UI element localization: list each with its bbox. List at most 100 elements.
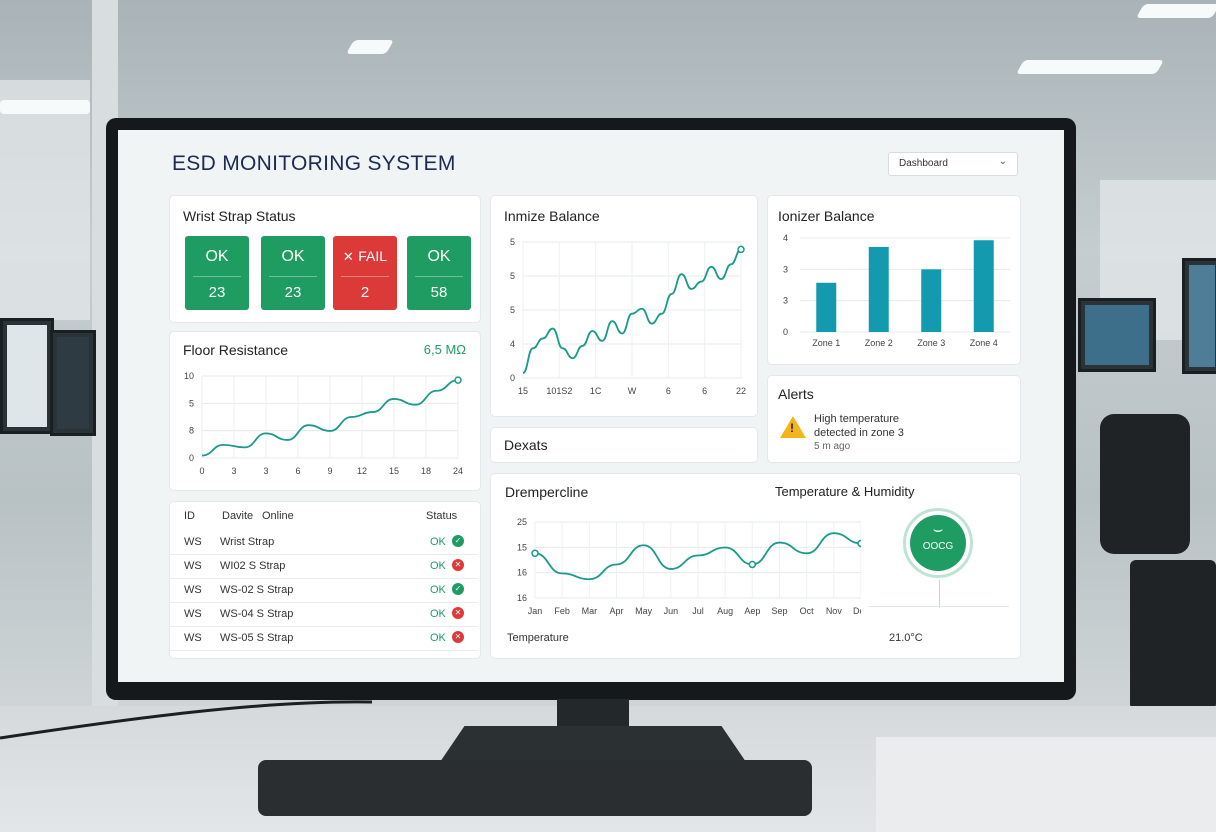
row-device-name: WS-04 S Strap [220,608,294,620]
tile-count: 23 [208,284,226,301]
y-tick-label: 5 [510,271,515,281]
x-tick-label: 101S2 [546,386,572,396]
table-row[interactable]: WS WS-05 S Strap OK ✕ [170,626,478,651]
y-tick-label: 25 [517,517,527,527]
error-icon: ✕ [452,559,464,571]
ionize-balance-title: Inmize Balance [504,208,600,224]
wrist-strap-tile-fail[interactable]: ✕ FAIL 2 [333,236,397,310]
tile-count: 58 [430,284,448,301]
y-tick-label: 15 [517,542,527,552]
check-icon: ✓ [452,535,464,547]
alert-time: 5 m ago [814,441,851,452]
x-tick-label: Sep [771,606,787,616]
table-row[interactable]: WS WI02 S Strap OK ✕ [170,554,478,579]
temperature-chart: 25151616Jan Feb Mar Apr May Jun Jul Aug Aep Sep Oc… [517,517,861,616]
devices-title: Dexats [504,437,548,453]
x-tick-label: 15 [389,466,399,476]
y-tick-label: 5 [510,305,515,315]
x-tick-label: Aug [717,606,733,616]
column-header-status: Status [426,510,458,522]
devices-card[interactable]: Dexats [491,428,757,462]
row-device-name: WS-02 S Strap [220,584,294,596]
x-tick-label: Apr [609,606,623,616]
tile-count: 2 [360,284,370,301]
wrist-strap-tile[interactable]: OK 58 [407,236,471,310]
wrist-strap-tile[interactable]: OK 23 [185,236,249,310]
x-tick-label: Mar [582,606,598,616]
row-status: OK [430,632,446,644]
y-tick-label: 3 [783,296,788,306]
table-row[interactable]: WS Wrist Strap OK ✓ [170,530,478,555]
table-row[interactable]: WS WS-02 S Strap OK ✓ [170,578,478,603]
ionizer-balance-card: Ionizer Balance 4 3 3 0 Zone 1 Zone 2 Zone 3 Zo… [768,196,1020,364]
app-title: ESD MONITORING SYSTEM [172,152,456,175]
y-tick-label: 0 [510,373,515,383]
fail-icon: ✕ [342,249,354,264]
alert-message-line: High temperature [814,413,899,425]
x-tick-label: Nov [826,606,843,616]
bar[interactable] [921,269,942,332]
bar[interactable] [816,282,837,332]
y-tick-label: 10 [184,371,194,381]
row-id: WS [184,632,202,644]
view-select[interactable]: Dashboard ⌄ [888,152,1018,176]
check-icon: ✓ [452,583,464,595]
wrist-strap-title: Wrist Strap Status [183,208,296,224]
column-header-device: Davite [222,510,254,522]
ionizer-balance-chart: 4 3 3 0 Zone 1 Zone 2 Zone 3 Zone 4 [783,233,1010,348]
row-id: WS [184,584,202,596]
floor-resistance-reading: 6,5 MΩ [423,342,466,357]
x-tick-label: 0 [199,466,204,476]
x-tick-label: May [635,606,653,616]
x-tick-label: W [628,386,637,396]
wrist-strap-tile[interactable]: OK 23 [261,236,325,310]
bar[interactable] [868,246,889,332]
gauge-smile-icon: ⌣ [932,521,944,538]
x-tick-label: Oct [800,606,815,616]
keyboard [258,760,812,816]
x-tick-label: Jul [692,606,704,616]
floor-resistance-chart: 10 5 8 00 3 3 6 9 12 15 18 24 [184,371,463,476]
y-tick-label: 16 [517,568,527,578]
x-tick-label: 6 [666,386,671,396]
x-tick-label: 15 [518,386,528,396]
x-tick-label: Jun [664,606,679,616]
data-point [454,376,462,384]
temperature-reading: 21.0°C [889,632,923,644]
y-tick-label: 0 [783,327,788,337]
warning-icon: ! [780,416,806,438]
x-tick-label: Jan [528,606,543,616]
view-select-value: Dashboard [899,158,948,169]
tile-status: OK [281,248,305,265]
y-tick-label: 0 [189,453,194,463]
x-tick-label: 1C [590,386,602,396]
tile-status: OK [205,248,229,265]
x-tick-label: Dec [853,606,861,616]
floor-resistance-card: Floor Resistance 6,5 MΩ 10 5 8 0 0 3 3 6 9 12 15 18… [170,332,480,490]
row-id: WS [184,608,202,620]
y-tick-label: 4 [510,339,515,349]
tile-status: OK [427,248,451,265]
tile-status: FAIL [358,248,388,264]
data-point [857,539,861,548]
row-status: OK [430,560,446,572]
ionizer-balance-title: Ionizer Balance [778,208,875,224]
data-point [748,560,757,569]
column-header-online: Online [262,510,294,522]
row-device-name: WS-05 S Strap [220,632,294,644]
humidity-gauge[interactable]: ⌣ OOCG [903,508,973,578]
x-tick-label: 3 [263,466,268,476]
temperature-humidity-title: Temperature & Humidity [775,484,915,499]
alert-message[interactable]: High temperature detected in zone 3 5 m … [814,412,904,454]
bar[interactable] [973,240,994,332]
x-tick-label: 24 [453,466,463,476]
temperature-axis-label: Temperature [507,632,569,644]
y-tick-label: 5 [189,398,194,408]
row-status: OK [430,536,446,548]
alerts-title: Alerts [778,386,814,402]
row-device-name: WI02 S Strap [220,560,286,572]
dashboard-screen: ESD MONITORING SYSTEM Dashboard ⌄ Wrist … [118,130,1064,682]
table-row[interactable]: WS WS-04 S Strap OK ✕ [170,602,478,627]
tile-count: 23 [284,284,302,301]
chevron-down-icon: ⌄ [998,156,1007,167]
